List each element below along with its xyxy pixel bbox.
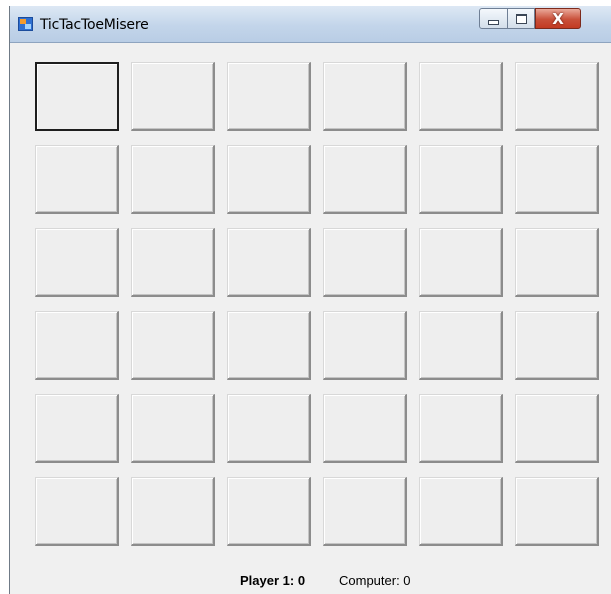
board-cell-r2-c1[interactable]	[35, 145, 119, 214]
board-cell-r5-c1[interactable]	[35, 394, 119, 463]
board-cell-r4-c3[interactable]	[227, 311, 311, 380]
board-cell-r5-c4[interactable]	[323, 394, 407, 463]
window-title: TicTacToeMisere	[40, 17, 149, 33]
board-cell-r2-c4[interactable]	[323, 145, 407, 214]
close-button[interactable]: X	[535, 8, 581, 29]
minimize-button[interactable]	[479, 8, 508, 29]
board-cell-r2-c2[interactable]	[131, 145, 215, 214]
board-cell-r2-c5[interactable]	[419, 145, 503, 214]
board-cell-r3-c4[interactable]	[323, 228, 407, 297]
application-icon[interactable]	[18, 17, 33, 31]
board-cell-r4-c4[interactable]	[323, 311, 407, 380]
board-cell-r5-c5[interactable]	[419, 394, 503, 463]
board-cell-r3-c2[interactable]	[131, 228, 215, 297]
score-bar: Player 1: 0 Computer: 0	[10, 573, 611, 593]
main-window: TicTacToeMisere X Player 1: 0 Computer: …	[9, 6, 611, 594]
computer-score: Computer: 0	[339, 573, 411, 588]
player-score: Player 1: 0	[240, 573, 306, 588]
maximize-icon	[515, 13, 527, 24]
board-cell-r4-c6[interactable]	[515, 311, 599, 380]
board-cell-r6-c2[interactable]	[131, 477, 215, 546]
board-cell-r6-c1[interactable]	[35, 477, 119, 546]
close-icon: X	[552, 9, 564, 28]
board-cell-r2-c3[interactable]	[227, 145, 311, 214]
board-cell-r3-c3[interactable]	[227, 228, 311, 297]
board-cell-r4-c1[interactable]	[35, 311, 119, 380]
minimize-icon	[488, 19, 499, 25]
board-cell-r3-c1[interactable]	[35, 228, 119, 297]
board-cell-r3-c6[interactable]	[515, 228, 599, 297]
board-cell-r6-c5[interactable]	[419, 477, 503, 546]
board-cell-r6-c3[interactable]	[227, 477, 311, 546]
maximize-button[interactable]	[507, 8, 535, 29]
board-cell-r3-c5[interactable]	[419, 228, 503, 297]
board-cell-r5-c6[interactable]	[515, 394, 599, 463]
board-cell-r6-c4[interactable]	[323, 477, 407, 546]
board-cell-r1-c6[interactable]	[515, 62, 599, 131]
board-cell-r1-c4[interactable]	[323, 62, 407, 131]
board-cell-r5-c2[interactable]	[131, 394, 215, 463]
board-cell-r1-c3[interactable]	[227, 62, 311, 131]
board-cell-r5-c3[interactable]	[227, 394, 311, 463]
board-cell-r4-c5[interactable]	[419, 311, 503, 380]
title-bar[interactable]: TicTacToeMisere X	[10, 6, 611, 43]
board-cell-r1-c5[interactable]	[419, 62, 503, 131]
board-cell-r4-c2[interactable]	[131, 311, 215, 380]
board-cell-r6-c6[interactable]	[515, 477, 599, 546]
board-cell-r2-c6[interactable]	[515, 145, 599, 214]
board-cell-r1-c1[interactable]	[35, 62, 119, 131]
board-cell-r1-c2[interactable]	[131, 62, 215, 131]
